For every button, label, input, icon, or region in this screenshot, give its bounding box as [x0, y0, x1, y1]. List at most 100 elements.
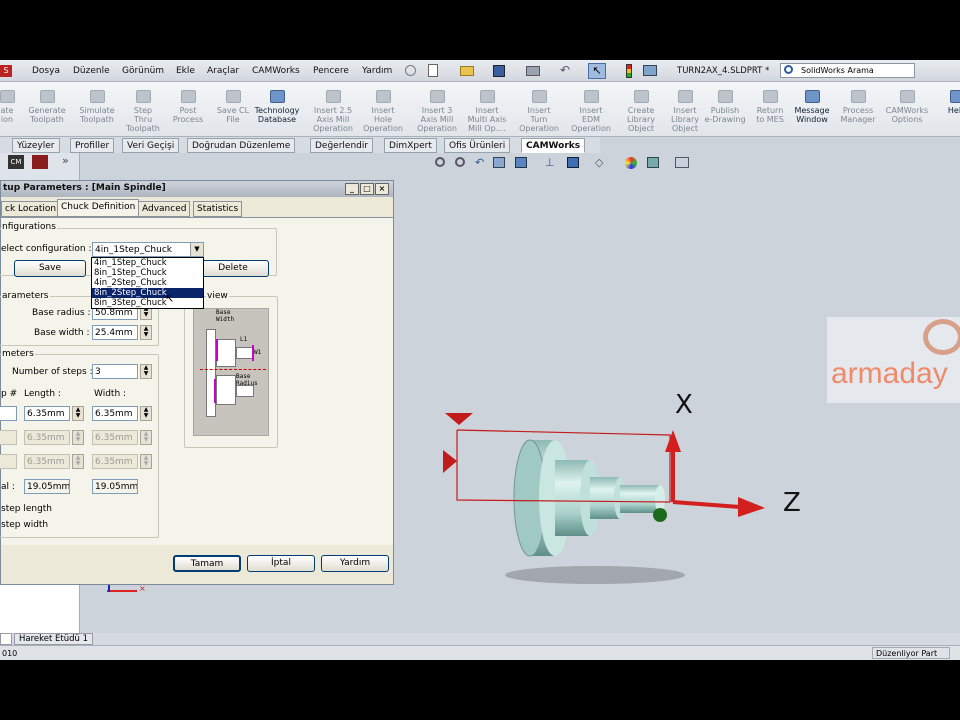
length-column: Length : [24, 389, 61, 399]
number-of-steps-spinner[interactable]: ▲ ▼ [140, 364, 152, 379]
traffic-light-icon[interactable] [626, 64, 632, 78]
dialog-maximize-button[interactable]: □ [360, 183, 374, 195]
command-insert-turn-operation[interactable]: Insert Turn Operation [514, 86, 564, 133]
command-message-window[interactable]: Message Window [787, 86, 837, 124]
command-insert-hole-operation[interactable]: Insert Hole Operation [358, 86, 408, 133]
tab-ofis-urunleri[interactable]: Ofis Ürünleri [444, 138, 511, 153]
tab-profiller[interactable]: Profiller [70, 138, 115, 153]
command-insert-3-axis-mill-operation[interactable]: Insert 3 Axis Mill Operation [412, 86, 462, 133]
ok-button[interactable]: Tamam [173, 555, 241, 572]
command-label: Post Process [172, 106, 204, 124]
config-option[interactable]: 4in_2Step_Chuck [92, 278, 203, 288]
menu-ekle[interactable]: Ekle [176, 66, 195, 76]
command-create-library-object[interactable]: Create Library Object [616, 86, 666, 133]
cancel-button[interactable]: İptal [247, 555, 315, 572]
config-option[interactable]: 4in_1Step_Chuck [92, 258, 203, 268]
command-process-manager[interactable]: Process Manager [833, 86, 883, 124]
tab-statistics[interactable]: Statistics [193, 201, 243, 217]
search-box[interactable]: SolidWorks Arama [780, 63, 915, 78]
menu-dosya[interactable]: Dosya [32, 66, 60, 76]
command-insert-2-5-axis-mill-operation[interactable]: Insert 2.5 Axis Mill Operation [308, 86, 358, 133]
command-label: Generate Toolpath [28, 106, 66, 124]
chevron-down-icon[interactable]: ▼ [190, 243, 203, 256]
motion-study-tab[interactable]: Hareket Etüdü 1 [14, 633, 94, 645]
tab-chuck-location[interactable]: ck Location [1, 201, 61, 217]
step-2-index [0, 430, 17, 445]
command-insert-multi-axis-mill-op[interactable]: Insert Multi Axis Mill Op.... [462, 86, 512, 133]
operation-tree-icon[interactable] [32, 155, 48, 169]
command-save-cl-file[interactable]: Save CL File [208, 86, 258, 124]
pin-icon[interactable] [405, 65, 416, 76]
command-simulate-toolpath[interactable]: Simulate Toolpath [72, 86, 122, 124]
command-label: Insert Library Object [671, 106, 699, 133]
command-insert-edm-operation[interactable]: Insert EDM Operation [566, 86, 616, 133]
panel-scroll-area[interactable] [0, 585, 79, 633]
step-1-length-spinner[interactable]: ▲ ▼ [72, 406, 84, 421]
tab-degerlendir[interactable]: Değerlendir [310, 138, 374, 153]
configuration-select[interactable]: 4in_1Step_Chuck ▼ [92, 242, 204, 257]
model-tab[interactable] [0, 633, 12, 645]
command-technology-database[interactable]: Technology Database [252, 86, 302, 124]
graphics-viewport[interactable]: ↶ ⊥ ◇ X Z armaday [395, 155, 960, 633]
number-of-steps-label: Number of steps : [12, 367, 93, 377]
tab-dimxpert[interactable]: DimXpert [384, 138, 437, 153]
tab-advanced[interactable]: Advanced [138, 201, 191, 217]
menu-duzenle[interactable]: Düzenle [73, 66, 110, 76]
chuck-marker-side[interactable] [443, 450, 457, 473]
step-3-width-input[interactable]: 6.35mm [92, 454, 138, 469]
step-3-length-spinner[interactable]: ▲ ▼ [72, 454, 84, 469]
command-publish-e-drawing[interactable]: Publish e-Drawing [700, 86, 750, 124]
help-button[interactable]: Yardım [321, 555, 389, 572]
dialog-close-button[interactable]: × [375, 183, 389, 195]
number-of-steps-input[interactable]: 3 [92, 364, 138, 379]
base-width-spinner[interactable]: ▲ ▼ [140, 325, 152, 340]
command-post-process[interactable]: Post Process [163, 86, 213, 124]
menu-camworks[interactable]: CAMWorks [252, 66, 300, 76]
command-generate-toolpath[interactable]: Generate Toolpath [22, 86, 72, 124]
delete-configuration-button[interactable]: Delete [197, 260, 269, 277]
command-icon [135, 90, 151, 103]
save-configuration-button[interactable]: Save [14, 260, 86, 277]
menu-gorunum[interactable]: Görünüm [122, 66, 164, 76]
step-3-length-input[interactable]: 6.35mm [24, 454, 70, 469]
step-3-width-spinner[interactable]: ▲ ▼ [140, 454, 152, 469]
step-2-width-input[interactable]: 6.35mm [92, 430, 138, 445]
tab-chuck-definition[interactable]: Chuck Definition [57, 199, 140, 217]
step-1-length-input[interactable]: 6.35mm [24, 406, 70, 421]
app-icon[interactable]: S [0, 65, 12, 77]
command-step-thru-toolpath[interactable]: Step Thru Toolpath [118, 86, 168, 133]
command-label: ate ion [0, 106, 14, 124]
save-icon[interactable] [493, 65, 505, 77]
menu-pencere[interactable]: Pencere [313, 66, 349, 76]
step-1-width-input[interactable]: 6.35mm [92, 406, 138, 421]
step-1-width-spinner[interactable]: ▲ ▼ [140, 406, 152, 421]
options-icon[interactable] [643, 65, 657, 76]
camworks-tree-icon[interactable]: CM [8, 155, 24, 169]
step-2-width-spinner[interactable]: ▲ ▼ [140, 430, 152, 445]
tab-veri-gecisi[interactable]: Veri Geçişi [122, 138, 180, 153]
config-option[interactable]: 8in_3Step_Chuck [92, 298, 203, 308]
new-document-icon[interactable] [428, 64, 438, 77]
config-option-highlighted[interactable]: 8in_2Step_Chuck [92, 288, 203, 298]
config-option[interactable]: 8in_1Step_Chuck [92, 268, 203, 278]
command-camworks-options[interactable]: CAMWorks Options [882, 86, 932, 124]
menu-araclar[interactable]: Araçlar [207, 66, 239, 76]
base-width-input[interactable]: 25.4mm [92, 325, 138, 340]
command-help[interactable]: Help [932, 86, 960, 115]
step-2-length-spinner[interactable]: ▲ ▼ [72, 430, 84, 445]
tab-dogrudan-duzenleme[interactable]: Doğrudan Düzenleme [187, 138, 296, 153]
expand-panel-icon[interactable]: » [62, 154, 69, 167]
chuck-marker-top[interactable] [445, 413, 473, 425]
step-2-length-input[interactable]: 6.35mm [24, 430, 70, 445]
undo-icon[interactable]: ↶ [560, 63, 570, 77]
dialog-title-bar[interactable]: tup Parameters : [Main Spindle] _ □ × [1, 181, 393, 197]
tab-yuzeyler[interactable]: Yüzeyler [12, 138, 60, 153]
select-configuration-label: elect configuration : [1, 244, 92, 254]
tab-camworks[interactable]: CAMWorks [521, 138, 586, 153]
menu-yardim[interactable]: Yardım [362, 66, 392, 76]
select-arrow-icon[interactable]: ↖ [588, 63, 606, 79]
print-icon[interactable] [526, 66, 540, 76]
dialog-help-button[interactable]: _ [345, 183, 359, 195]
open-folder-icon[interactable] [460, 66, 474, 76]
z-axis-line [672, 500, 741, 509]
